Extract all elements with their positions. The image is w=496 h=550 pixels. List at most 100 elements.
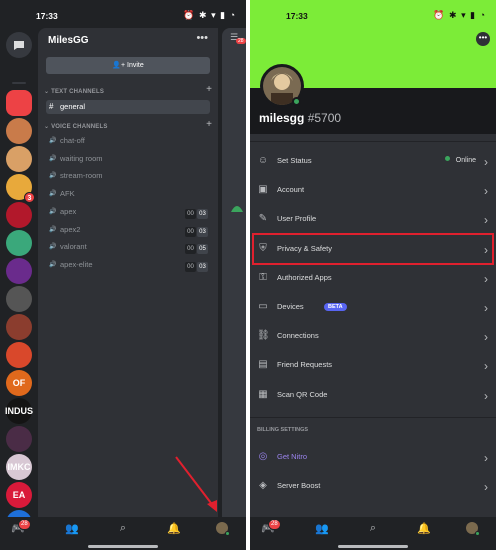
voice-channel[interactable]: 🔊 apex 00 03 bbox=[46, 205, 210, 219]
right-screenshot: 17:33 ⏰ ✱ ▾ ▮ ◔ ••• milesgg #5700 ☺ Set S… bbox=[250, 0, 496, 550]
voice-channel[interactable]: 🔊 chat-off bbox=[46, 134, 210, 148]
channel-name: general bbox=[60, 102, 86, 111]
settings-item-connections[interactable]: ⛓ Connections › bbox=[250, 322, 496, 351]
server-menu-button[interactable]: ••• bbox=[196, 32, 208, 44]
server-icon[interactable] bbox=[6, 426, 32, 452]
settings-item-label: Get Nitro bbox=[277, 452, 308, 461]
server-icon-label: EA bbox=[12, 490, 26, 500]
server-icon-label: IMKC bbox=[7, 462, 31, 472]
text-channels-category[interactable]: ⌄ TEXT CHANNELS bbox=[44, 88, 104, 95]
server-icon[interactable] bbox=[6, 202, 32, 228]
home-indicator[interactable] bbox=[88, 545, 158, 548]
voice-channel[interactable]: 🔊 stream-room bbox=[46, 169, 210, 183]
voice-count-value: 03 bbox=[197, 208, 208, 219]
add-voice-channel-button[interactable]: + bbox=[206, 119, 212, 130]
server-name: MilesGG bbox=[48, 35, 89, 46]
nav-friends-button[interactable]: 👥 bbox=[62, 522, 82, 535]
nav-profile-button[interactable] bbox=[462, 522, 482, 537]
mention-badge: 3 bbox=[24, 192, 35, 203]
profile-menu-button[interactable]: ••• bbox=[476, 32, 490, 46]
channel-name: AFK bbox=[60, 189, 75, 199]
qr-code-icon: ▦ bbox=[258, 388, 268, 400]
status-time: 17:33 bbox=[286, 11, 308, 21]
nav-mentions-button[interactable]: 🔔 bbox=[164, 522, 184, 535]
server-icon[interactable]: INDUS bbox=[5, 398, 33, 424]
invite-button[interactable]: 👤+ Invite bbox=[46, 57, 210, 74]
speaker-icon: 🔊 bbox=[49, 155, 57, 162]
settings-item-user-profile[interactable]: ✎ User Profile › bbox=[250, 205, 496, 234]
settings-item-label: Authorized Apps bbox=[277, 272, 332, 282]
voice-channel[interactable]: 🔊 AFK bbox=[46, 187, 210, 201]
nav-search-button[interactable]: ⌕ bbox=[363, 522, 383, 535]
server-icon[interactable] bbox=[6, 118, 32, 144]
status-bar: 17:33 ⏰ ✱ ▾ ▮ ◔ bbox=[0, 0, 246, 28]
channel-name: stream-room bbox=[60, 171, 103, 181]
speaker-icon: 🔊 bbox=[49, 208, 57, 215]
voice-count-value: 05 bbox=[197, 244, 208, 255]
nav-home-button[interactable]: 🎮 28 bbox=[258, 519, 281, 535]
unread-badge: 28 bbox=[236, 38, 246, 44]
server-icon[interactable] bbox=[6, 286, 32, 312]
nav-friends-button[interactable]: 👥 bbox=[312, 522, 332, 535]
channel-name: apex2 bbox=[60, 224, 81, 234]
settings-item-set-status[interactable]: ☺ Set Status Online › bbox=[250, 147, 496, 176]
billing-settings-label: BILLING SETTINGS bbox=[257, 427, 309, 433]
settings-item-authorized-apps[interactable]: ⚿ Authorized Apps › bbox=[250, 264, 496, 293]
settings-item-label: Scan QR Code bbox=[277, 389, 328, 399]
server-icon[interactable] bbox=[6, 342, 32, 368]
settings-item-get-nitro[interactable]: ◎ Get Nitro › bbox=[250, 443, 496, 472]
pencil-icon: ✎ bbox=[258, 213, 268, 225]
server-icon[interactable] bbox=[6, 258, 32, 284]
voice-channels-category[interactable]: ⌄ VOICE CHANNELS bbox=[44, 123, 108, 130]
settings-item-server-boost[interactable]: ◈ Server Boost › bbox=[250, 472, 496, 501]
speaker-icon: 🔊 bbox=[49, 244, 57, 251]
direct-messages-button[interactable] bbox=[6, 32, 32, 58]
settings-item-account[interactable]: ▣ Account › bbox=[250, 176, 496, 205]
speaker-icon: 🔊 bbox=[49, 261, 57, 268]
status-icons: ⏰ ✱ ▾ ▮ ◔ bbox=[433, 10, 486, 20]
chevron-right-icon: › bbox=[484, 271, 488, 286]
nav-search-button[interactable]: ⌕ bbox=[113, 522, 133, 535]
home-indicator[interactable] bbox=[338, 545, 408, 548]
nav-mentions-button[interactable]: 🔔 bbox=[414, 522, 434, 535]
nav-home-button[interactable]: 🎮 28 bbox=[8, 519, 31, 535]
server-icon[interactable]: EA bbox=[6, 482, 32, 508]
friend-request-icon: ▤ bbox=[258, 359, 268, 371]
channel-name: chat-off bbox=[60, 136, 85, 145]
chevron-right-icon: › bbox=[484, 359, 488, 374]
voice-channel[interactable]: 🔊 apex2 00 03 bbox=[46, 223, 210, 237]
channel-general[interactable]: # general bbox=[46, 100, 210, 114]
server-icon[interactable] bbox=[6, 146, 32, 172]
bottom-nav: 🎮 28 👥 ⌕ 🔔 bbox=[250, 517, 496, 550]
voice-channel[interactable]: 🔊 apex-elite 00 03 bbox=[46, 258, 210, 272]
server-icon[interactable] bbox=[6, 230, 32, 256]
settings-item-scan-qr-code[interactable]: ▦ Scan QR Code › bbox=[250, 381, 496, 410]
monitor-icon: ▭ bbox=[258, 301, 268, 312]
settings-item-label: Connections bbox=[277, 331, 319, 341]
status-text: Online bbox=[455, 157, 476, 164]
server-icon[interactable]: 3 bbox=[6, 174, 35, 203]
speaker-icon: 🔊 bbox=[49, 226, 57, 233]
server-icon[interactable] bbox=[6, 90, 32, 116]
chevron-right-icon: › bbox=[484, 451, 488, 465]
nav-profile-button[interactable] bbox=[212, 522, 232, 537]
voice-count-value: 00 bbox=[185, 226, 196, 237]
voice-count-value: 00 bbox=[185, 261, 196, 272]
chevron-right-icon: › bbox=[484, 301, 488, 315]
settings-item-friend-requests[interactable]: ▤ Friend Requests › bbox=[250, 351, 496, 380]
server-icon[interactable]: IMKC bbox=[6, 454, 32, 480]
settings-item-label: Server Boost bbox=[277, 481, 321, 491]
add-text-channel-button[interactable]: + bbox=[206, 84, 212, 95]
status-bar: 17:33 ⏰ ✱ ▾ ▮ ◔ bbox=[250, 0, 496, 28]
channel-name: valorant bbox=[60, 242, 87, 252]
server-icon[interactable]: OF bbox=[6, 370, 32, 396]
online-status-dot bbox=[475, 531, 480, 536]
search-icon: ⌕ bbox=[369, 522, 377, 534]
voice-user-count: 00 03 bbox=[185, 260, 208, 274]
voice-channel[interactable]: 🔊 waiting room bbox=[46, 152, 210, 166]
discriminator-text: #5700 bbox=[307, 111, 342, 125]
avatar bbox=[216, 522, 230, 536]
settings-item-devices[interactable]: ▭ Devices BETA › bbox=[250, 293, 496, 322]
voice-channel[interactable]: 🔊 valorant 00 05 bbox=[46, 240, 210, 255]
server-icon[interactable] bbox=[6, 314, 32, 340]
